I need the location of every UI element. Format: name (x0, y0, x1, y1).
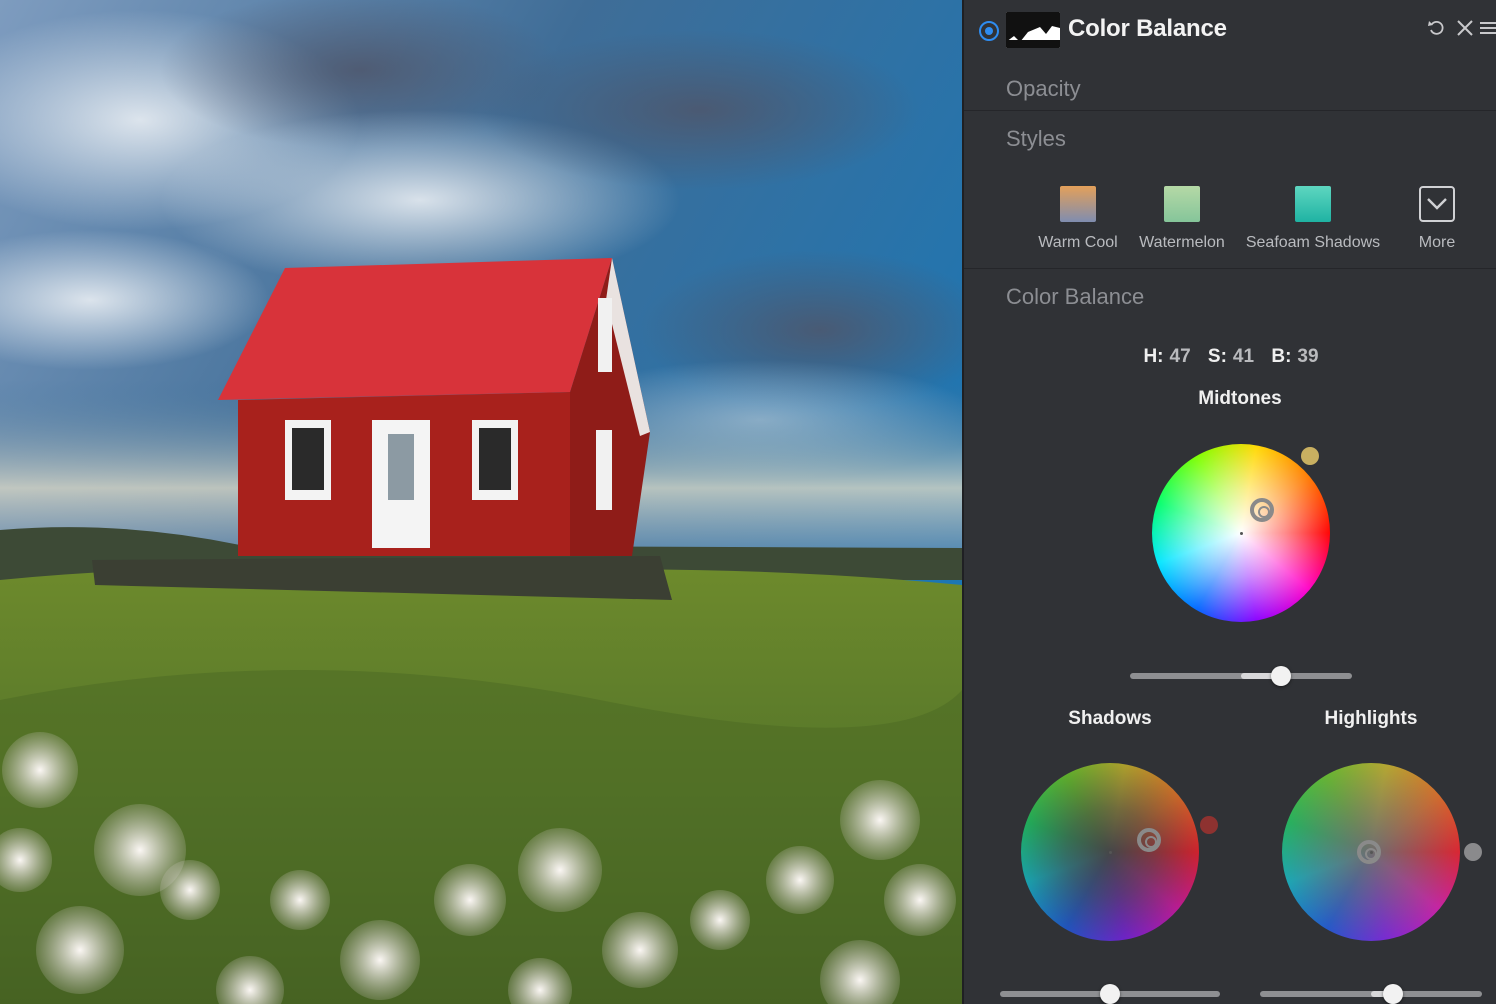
warm-cool-swatch (1060, 186, 1096, 222)
menu-icon[interactable] (1478, 18, 1496, 40)
chevron-down-icon (1419, 186, 1455, 222)
h-label: H: (1143, 346, 1164, 367)
highlights-puck[interactable] (1357, 840, 1381, 864)
color-balance-label: Color Balance (1006, 284, 1145, 309)
watermelon-swatch (1164, 186, 1200, 222)
style-label: More (1418, 234, 1456, 251)
adjustment-panel: Color Balance Opacity Styles Warm Cool W… (962, 0, 1496, 1004)
more-styles-button[interactable]: More (1404, 186, 1470, 252)
highlights-swatch (1464, 843, 1482, 861)
style-label: Warm Cool (1038, 234, 1118, 251)
wheel-center (1109, 851, 1112, 854)
style-warm-cool[interactable]: Warm Cool (1030, 186, 1126, 252)
shadows-slider[interactable] (1000, 984, 1220, 1004)
photo-canvas[interactable] (0, 0, 962, 1004)
layer-title: Color Balance (1068, 15, 1227, 42)
shadows-label: Shadows (1068, 708, 1152, 729)
midtones-slider[interactable] (1130, 666, 1352, 686)
midtones-puck[interactable] (1250, 498, 1274, 522)
s-label: S: (1207, 346, 1227, 367)
layer-thumbnail[interactable] (1006, 12, 1060, 48)
divider (964, 268, 1496, 269)
close-icon[interactable] (1454, 18, 1476, 40)
visibility-toggle[interactable] (979, 21, 999, 41)
reset-icon[interactable] (1426, 18, 1448, 40)
slider-knob[interactable] (1383, 984, 1404, 1004)
style-seafoam-shadows[interactable]: Seafoam Shadows (1238, 186, 1388, 252)
style-label: Watermelon (1139, 234, 1225, 251)
midtones-label: Midtones (1198, 388, 1282, 409)
shadows-color-wheel[interactable] (1021, 763, 1199, 941)
wheel-center (1240, 532, 1243, 535)
opacity-label[interactable]: Opacity (1006, 76, 1081, 102)
divider (964, 110, 1496, 111)
highlights-color-wheel[interactable] (1282, 763, 1460, 941)
styles-label: Styles (1006, 126, 1066, 151)
s-value: 41 (1232, 346, 1255, 367)
slider-knob[interactable] (1100, 984, 1120, 1004)
seafoam-swatch (1295, 186, 1331, 222)
midtones-color-wheel[interactable] (1152, 444, 1330, 622)
mask-thumbnail-icon (1006, 12, 1060, 48)
b-value: 39 (1297, 346, 1319, 367)
midtones-swatch (1301, 447, 1319, 465)
hsb-readout: H: 47 S: 41 B: 39 (964, 346, 1496, 368)
b-label: B: (1271, 346, 1292, 367)
style-watermelon[interactable]: Watermelon (1134, 186, 1230, 252)
shadows-swatch (1200, 816, 1218, 834)
shadows-puck[interactable] (1137, 828, 1161, 852)
panel-header: Color Balance (964, 0, 1496, 62)
style-label: Seafoam Shadows (1245, 234, 1381, 251)
highlights-slider[interactable] (1260, 984, 1482, 1004)
h-value: 47 (1169, 346, 1191, 367)
landscape-photo (0, 0, 962, 1004)
slider-knob[interactable] (1270, 666, 1291, 686)
highlights-label: Highlights (1324, 708, 1418, 729)
